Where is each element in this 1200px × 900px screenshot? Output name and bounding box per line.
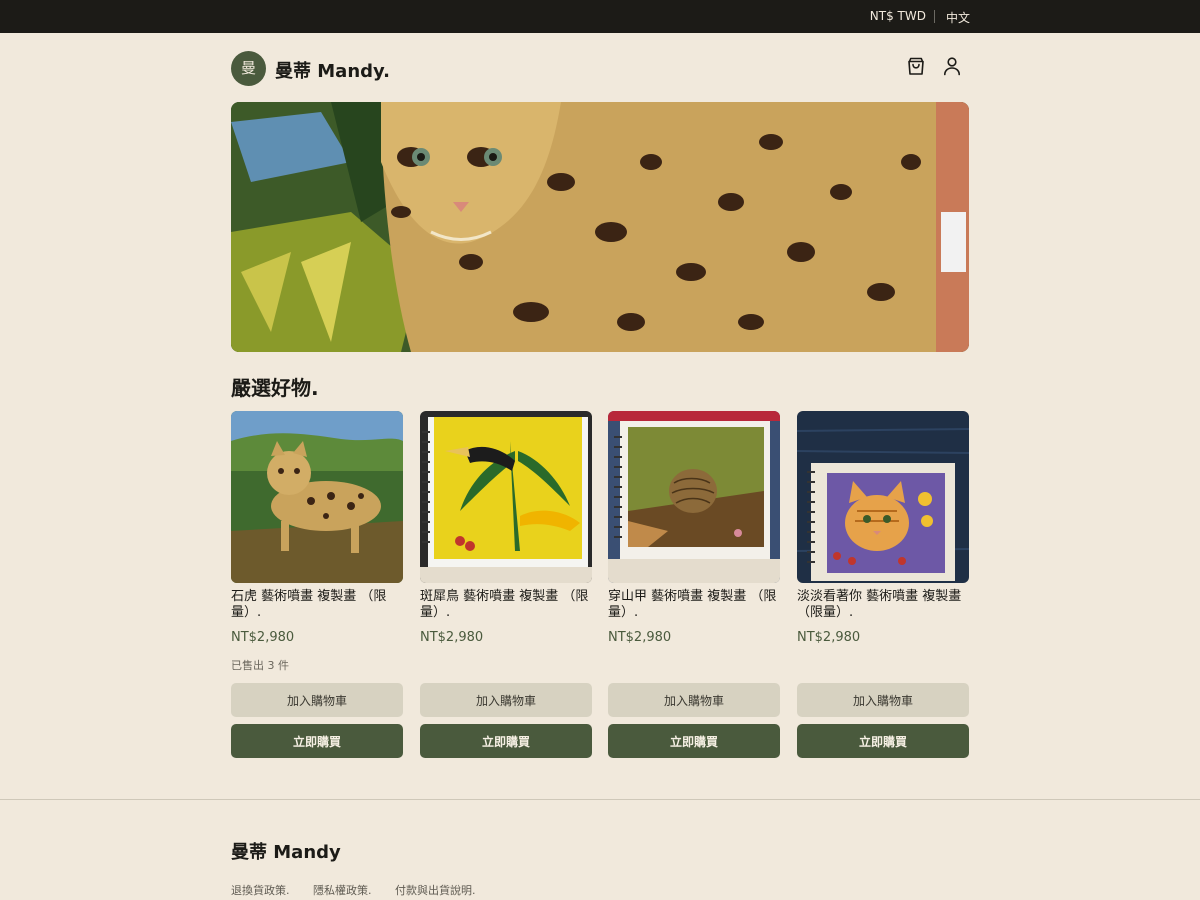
shopping-bag-icon[interactable] <box>904 54 928 78</box>
top-bar: NT$ TWD 中文 <box>0 0 1200 33</box>
product-image[interactable] <box>797 411 969 583</box>
footer-link-payment-shipping[interactable]: 付款與出貨說明. <box>395 884 476 897</box>
product-image[interactable] <box>608 411 780 583</box>
product-card: 斑犀鳥 藝術噴畫 複製畫 （限量）. NT$2,980 加入購物車 立即購買 <box>420 411 592 758</box>
footer-divider <box>0 799 1200 800</box>
product-price: NT$2,980 <box>420 630 484 645</box>
buy-now-button[interactable]: 立即購買 <box>608 724 780 758</box>
cat-painting <box>797 411 969 583</box>
product-name[interactable]: 穿山甲 藝術噴畫 複製畫 （限量）. <box>608 589 780 621</box>
product-card: 石虎 藝術噴畫 複製畫 （限量）. NT$2,980 已售出 3 件 加入購物車… <box>231 411 403 758</box>
pangolin-painting <box>608 411 780 583</box>
product-card: 淡淡看著你 藝術噴畫 複製畫 （限量）. NT$2,980 加入購物車 立即購買 <box>797 411 969 758</box>
hornbill-painting <box>420 411 592 583</box>
language-selector[interactable]: 中文 <box>946 9 970 26</box>
buy-now-button[interactable]: 立即購買 <box>797 724 969 758</box>
add-to-cart-button[interactable]: 加入購物車 <box>231 683 403 717</box>
footer-links: 退換貨政策. 隱私權政策. 付款與出貨說明. <box>231 882 496 898</box>
product-name[interactable]: 石虎 藝術噴畫 複製畫 （限量）. <box>231 589 403 621</box>
site-header: 曼 曼蒂 Mandy. <box>231 51 969 87</box>
hero-ocelot-painting <box>231 102 969 352</box>
leopard-cat-painting <box>231 411 403 583</box>
brand-name[interactable]: 曼蒂 Mandy. <box>275 57 390 83</box>
product-image[interactable] <box>420 411 592 583</box>
footer-brand: 曼蒂 Mandy <box>231 842 341 863</box>
buy-now-button[interactable]: 立即購買 <box>231 724 403 758</box>
product-price: NT$2,980 <box>231 630 295 645</box>
sold-count: 已售出 3 件 <box>231 659 289 672</box>
user-icon[interactable] <box>940 54 964 78</box>
footer-link-return-policy[interactable]: 退換貨政策. <box>231 884 290 897</box>
currency-selector[interactable]: NT$ TWD <box>870 9 926 23</box>
product-price: NT$2,980 <box>797 630 861 645</box>
product-price: NT$2,980 <box>608 630 672 645</box>
add-to-cart-button[interactable]: 加入購物車 <box>608 683 780 717</box>
section-title: 嚴選好物. <box>231 376 319 400</box>
hero-banner[interactable] <box>231 102 969 352</box>
product-name[interactable]: 淡淡看著你 藝術噴畫 複製畫 （限量）. <box>797 589 969 621</box>
product-card: 穿山甲 藝術噴畫 複製畫 （限量）. NT$2,980 加入購物車 立即購買 <box>608 411 780 758</box>
footer-link-privacy-policy[interactable]: 隱私權政策. <box>313 884 372 897</box>
product-name[interactable]: 斑犀鳥 藝術噴畫 複製畫 （限量）. <box>420 589 592 621</box>
logo[interactable]: 曼 <box>231 51 266 86</box>
buy-now-button[interactable]: 立即購買 <box>420 724 592 758</box>
add-to-cart-button[interactable]: 加入購物車 <box>420 683 592 717</box>
product-image[interactable] <box>231 411 403 583</box>
topbar-divider <box>934 10 935 23</box>
add-to-cart-button[interactable]: 加入購物車 <box>797 683 969 717</box>
